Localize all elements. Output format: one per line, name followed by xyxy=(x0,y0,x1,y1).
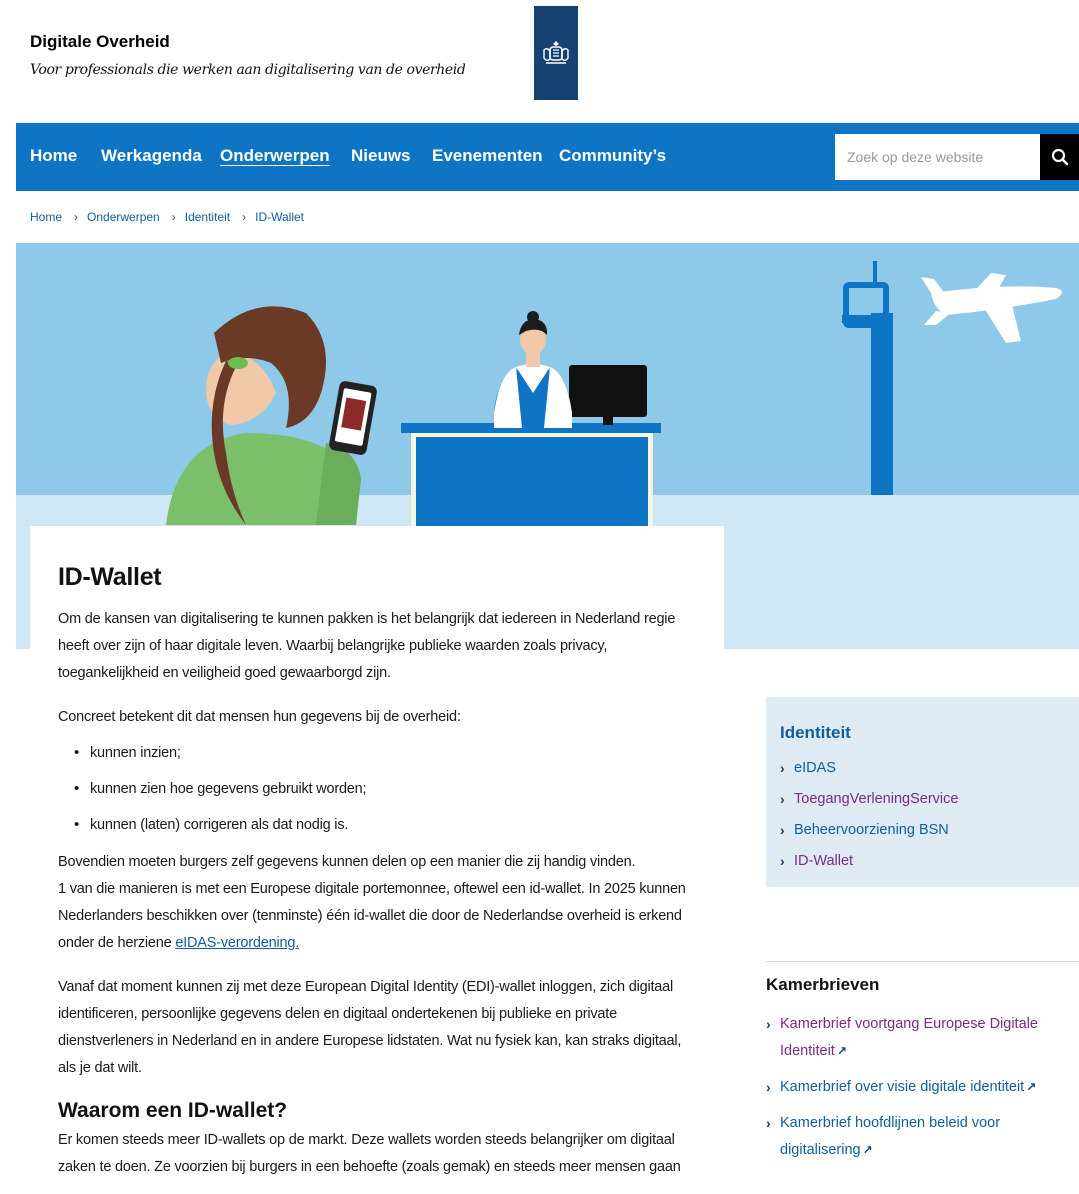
subheading-waarom: Waarom een ID-wallet? xyxy=(58,1099,288,1122)
nav-item-werkagenda[interactable]: Werkagenda xyxy=(101,146,202,166)
page-title: ID-Wallet xyxy=(58,563,162,591)
search-icon xyxy=(1051,148,1068,166)
rights-list: kunnen inzien; kunnen zien hoe gegevens … xyxy=(58,735,696,843)
external-link-icon: ↗ xyxy=(836,1044,847,1058)
nav-item-evenementen[interactable]: Evenementen xyxy=(432,146,543,166)
manieren-text: 1 van die manieren is met een Europese d… xyxy=(58,881,686,951)
sidebar-item-label: ID-Wallet xyxy=(794,853,854,869)
kamerbrieven-heading: Kamerbrieven xyxy=(766,975,880,994)
chevron-right-icon: › xyxy=(74,210,79,224)
rijksoverheid-coat-of-arms-icon[interactable] xyxy=(534,6,578,100)
waarom-paragraph: Er komen steeds meer ID-wallets op de ma… xyxy=(58,1132,681,1175)
nav-item-nieuws[interactable]: Nieuws xyxy=(351,146,411,166)
concreet-paragraph: Concreet betekent dit dat mensen hun geg… xyxy=(58,709,461,725)
chevron-right-icon: › xyxy=(171,210,176,224)
breadcrumb-onderwerpen[interactable]: Onderwerpen xyxy=(87,210,160,224)
list-item: kunnen zien hoe gegevens gebruikt worden… xyxy=(58,771,696,807)
site-header: Digitale Overheid Voor professionals die… xyxy=(16,0,1079,122)
sidebar-heading[interactable]: Identiteit xyxy=(780,723,1065,743)
kamerbrief-link-hoofdlijnen[interactable]: › Kamerbrief hoofdlijnen beleid voor dig… xyxy=(766,1110,1079,1164)
external-link-icon: ↗ xyxy=(1026,1080,1037,1094)
breadcrumb-identiteit[interactable]: Identiteit xyxy=(185,210,230,224)
kamerbrief-link-visie[interactable]: › Kamerbrief over visie digitale identit… xyxy=(766,1074,1079,1101)
nav-item-onderwerpen[interactable]: Onderwerpen xyxy=(220,146,330,166)
search-button[interactable] xyxy=(1040,134,1079,180)
chevron-right-icon: › xyxy=(780,853,785,869)
sidebar-item-id-wallet[interactable]: › ID-Wallet xyxy=(780,846,1065,877)
kamerbrief-label: Kamerbrief over visie digitale identitei… xyxy=(780,1074,1079,1101)
nav-item-communitys[interactable]: Community’s xyxy=(559,146,666,166)
main-navigation: Home Werkagenda Onderwerpen Nieuws Evene… xyxy=(16,123,1079,191)
sidebar-item-label: Beheervoorziening BSN xyxy=(794,822,949,838)
bovendien-text: Bovendien moeten burgers zelf gegevens k… xyxy=(58,854,636,870)
chevron-right-icon: › xyxy=(766,1115,771,1131)
bovendien-paragraph: Bovendien moeten burgers zelf gegevens k… xyxy=(58,849,696,957)
search-input[interactable] xyxy=(835,134,1040,180)
intro-paragraph: Om de kansen van digitalisering te kunne… xyxy=(58,611,676,681)
sidebar-item-beheervoorziening-bsn[interactable]: › Beheervoorziening BSN xyxy=(780,815,1065,846)
site-title[interactable]: Digitale Overheid xyxy=(30,32,170,52)
sidebar-item-label: ToegangVerleningService xyxy=(794,791,959,807)
breadcrumb-home[interactable]: Home xyxy=(30,210,62,224)
chevron-right-icon: › xyxy=(766,1016,771,1032)
eidas-verordening-link[interactable]: eIDAS-verordening. xyxy=(175,935,299,951)
sidebar-identiteit: Identiteit › eIDAS › ToegangVerleningSer… xyxy=(766,697,1079,887)
chevron-right-icon: › xyxy=(780,760,785,776)
chevron-right-icon: › xyxy=(766,1079,771,1095)
kamerbrieven-section: Kamerbrieven › Kamerbrief voortgang Euro… xyxy=(766,961,1079,1173)
breadcrumb: Home › Onderwerpen › Identiteit › ID-Wal… xyxy=(30,210,304,224)
chevron-right-icon: › xyxy=(242,210,247,224)
chevron-right-icon: › xyxy=(780,791,785,807)
nav-item-home[interactable]: Home xyxy=(30,146,77,166)
coat-of-arms-graphic xyxy=(543,41,569,64)
kamerbrief-link-voortgang[interactable]: › Kamerbrief voortgang Europese Digitale… xyxy=(766,1011,1079,1065)
list-item: kunnen (laten) corrigeren als dat nodig … xyxy=(58,807,696,843)
article-card: ID-Wallet Om de kansen van digitaliserin… xyxy=(30,526,724,1194)
chevron-right-icon: › xyxy=(780,822,785,838)
sidebar-item-label: eIDAS xyxy=(794,760,836,776)
breadcrumb-id-wallet[interactable]: ID-Wallet xyxy=(255,210,304,224)
site-tagline: Voor professionals die werken aan digita… xyxy=(30,62,466,78)
external-link-icon: ↗ xyxy=(862,1143,873,1157)
sidebar-item-toegangverleningservice[interactable]: › ToegangVerleningService xyxy=(780,784,1065,815)
list-item: kunnen inzien; xyxy=(58,735,696,771)
kamerbrief-label: Kamerbrief hoofdlijnen beleid voor digit… xyxy=(780,1110,1079,1164)
kamerbrief-label: Kamerbrief voortgang Europese Digitale I… xyxy=(780,1011,1079,1065)
sidebar-item-eidas[interactable]: › eIDAS xyxy=(780,753,1065,784)
vanaf-paragraph: Vanaf dat moment kunnen zij met deze Eur… xyxy=(58,979,682,1076)
